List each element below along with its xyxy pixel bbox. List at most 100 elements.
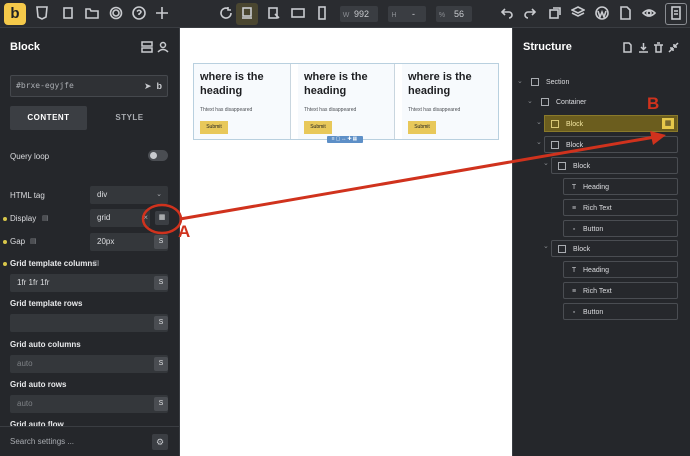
html5-icon[interactable] — [34, 6, 50, 22]
collapse-icon[interactable] — [668, 40, 679, 53]
desktop-breakpoint-icon[interactable] — [239, 6, 255, 22]
dynamic-data-icon[interactable]: S — [154, 357, 168, 371]
display-label: Display — [10, 214, 37, 223]
dynamic-data-icon[interactable]: S — [154, 316, 168, 330]
container-icon — [541, 97, 549, 106]
submit-button[interactable]: Submit — [304, 121, 332, 134]
settings-gear-icon[interactable] — [108, 6, 124, 22]
tree-item-button[interactable]: ▫ Button — [563, 303, 678, 320]
element-id-value: #brxe-egyjfe — [16, 81, 74, 90]
width-input[interactable]: W 992 — [340, 6, 378, 22]
download-icon[interactable] — [638, 40, 649, 53]
mobile-breakpoint-icon[interactable] — [314, 6, 330, 22]
element-mini-toolbar[interactable]: ≡▢↔✚▦ — [327, 136, 363, 143]
tab-style[interactable]: STYLE — [91, 106, 168, 130]
grid-block-selected[interactable]: where is the heading Thtext has disappea… — [193, 63, 499, 140]
button-icon: ▫ — [572, 226, 576, 233]
page-icon[interactable] — [617, 6, 633, 22]
trash-icon[interactable] — [653, 40, 664, 53]
tree-item-label: Button — [583, 226, 604, 233]
settings-search-bar[interactable]: Search settings ... ⚙ — [0, 426, 180, 456]
query-loop-toggle[interactable] — [148, 150, 168, 161]
cursor-icon[interactable]: ➤ — [144, 81, 152, 91]
chevron-down-icon[interactable]: ⌄ — [543, 242, 549, 250]
block-icon — [551, 140, 559, 149]
card-block[interactable]: where is the heading Thtext has disappea… — [194, 64, 291, 139]
dynamic-data-icon[interactable]: S — [154, 235, 168, 249]
tree-item-block[interactable]: Block — [551, 157, 678, 174]
grid-auto-rows-input[interactable]: auto — [10, 395, 168, 413]
card-text[interactable]: Thtext has disappeared — [200, 107, 252, 113]
tab-content[interactable]: CONTENT — [10, 106, 87, 130]
wordpress-icon[interactable] — [594, 6, 610, 22]
tablet-landscape-icon[interactable] — [290, 6, 306, 22]
submit-button[interactable]: Submit — [200, 121, 228, 134]
submit-button[interactable]: Submit — [408, 121, 436, 134]
block-icon — [551, 119, 559, 128]
tree-item-label: Block — [566, 142, 584, 149]
chevron-down-icon[interactable]: ⌄ — [517, 77, 523, 85]
builder-canvas[interactable]: where is the heading Thtext has disappea… — [180, 28, 512, 456]
grid-auto-columns-placeholder: auto — [17, 359, 33, 368]
card-text[interactable]: Thtext has disappeared — [304, 107, 356, 113]
annotation-label-a: A — [178, 222, 191, 241]
rich-text-icon: ≡ — [571, 205, 577, 212]
tree-item-section[interactable]: Section — [525, 74, 675, 91]
chevron-down-icon[interactable]: ⌄ — [536, 118, 542, 126]
chevron-down-icon[interactable]: ⌄ — [527, 97, 533, 105]
tree-item-rich-text[interactable]: ≡ Rich Text — [563, 282, 678, 299]
bricks-icon[interactable]: b — [157, 81, 163, 91]
card-block[interactable]: where is the heading Thtext has disappea… — [298, 64, 395, 139]
grid-layout-icon[interactable]: ▦ — [662, 118, 674, 129]
redo-icon[interactable] — [522, 6, 538, 22]
gear-icon[interactable]: ⚙ — [152, 434, 168, 450]
preview-eye-icon[interactable] — [641, 6, 657, 22]
card-text[interactable]: Thtext has disappeared — [408, 107, 460, 113]
card-heading[interactable]: where is the heading — [408, 70, 498, 98]
save-template-icon[interactable] — [622, 40, 633, 53]
help-icon[interactable] — [131, 6, 147, 22]
tree-item-heading[interactable]: T Heading — [563, 261, 678, 278]
chevron-down-icon[interactable]: ⌄ — [536, 138, 542, 146]
tree-item-rich-text[interactable]: ≡ Rich Text — [563, 199, 678, 216]
dynamic-data-icon[interactable]: S — [154, 397, 168, 411]
grid-template-rows-input[interactable] — [10, 314, 168, 332]
tree-item-block-selected[interactable]: Block ▦ — [544, 115, 678, 132]
layout-icon[interactable] — [141, 40, 153, 53]
tree-item-heading[interactable]: T Heading — [563, 178, 678, 195]
tree-item-block[interactable]: Block — [544, 136, 678, 153]
dynamic-data-icon[interactable]: S — [154, 276, 168, 290]
modified-indicator — [3, 240, 7, 244]
card-heading[interactable]: where is the heading — [304, 70, 394, 98]
html-tag-select[interactable]: div ⌄ — [90, 186, 168, 204]
laptop-breakpoint-icon[interactable] — [266, 6, 282, 22]
height-input[interactable]: H- — [388, 6, 426, 22]
undo-icon[interactable] — [499, 6, 515, 22]
structure-panel-icon[interactable] — [668, 6, 684, 22]
add-element-icon[interactable] — [154, 6, 170, 22]
tree-item-button[interactable]: ▫ Button — [563, 220, 678, 237]
display-select[interactable]: grid × — [90, 209, 150, 227]
grid-editor-icon[interactable]: ▦ — [155, 211, 169, 225]
refresh-icon[interactable] — [218, 6, 234, 22]
zoom-input[interactable]: % 56 — [436, 6, 472, 22]
card-heading[interactable]: where is the heading — [200, 70, 290, 98]
bricks-logo[interactable]: b — [4, 3, 26, 25]
chevron-down-icon[interactable]: ⌄ — [543, 159, 549, 167]
history-icon[interactable] — [547, 6, 563, 22]
width-value: 992 — [354, 9, 370, 19]
pages-icon[interactable] — [60, 6, 76, 22]
tree-item-block[interactable]: Block — [551, 240, 678, 257]
width-label: W — [342, 12, 350, 19]
user-settings-icon[interactable] — [157, 40, 169, 53]
structure-title: Structure — [523, 41, 572, 53]
layers-icon[interactable] — [570, 6, 586, 22]
folder-icon[interactable] — [84, 6, 100, 22]
html-tag-value: div — [97, 190, 108, 199]
element-id-field[interactable]: #brxe-egyjfe ➤ b — [10, 75, 168, 97]
tree-item-label: Button — [583, 309, 604, 316]
card-block[interactable]: where is the heading Thtext has disappea… — [402, 64, 498, 139]
grid-template-columns-input[interactable]: 1fr 1fr 1fr — [10, 274, 168, 292]
clear-icon[interactable]: × — [143, 209, 148, 227]
grid-auto-columns-input[interactable]: auto — [10, 355, 168, 373]
